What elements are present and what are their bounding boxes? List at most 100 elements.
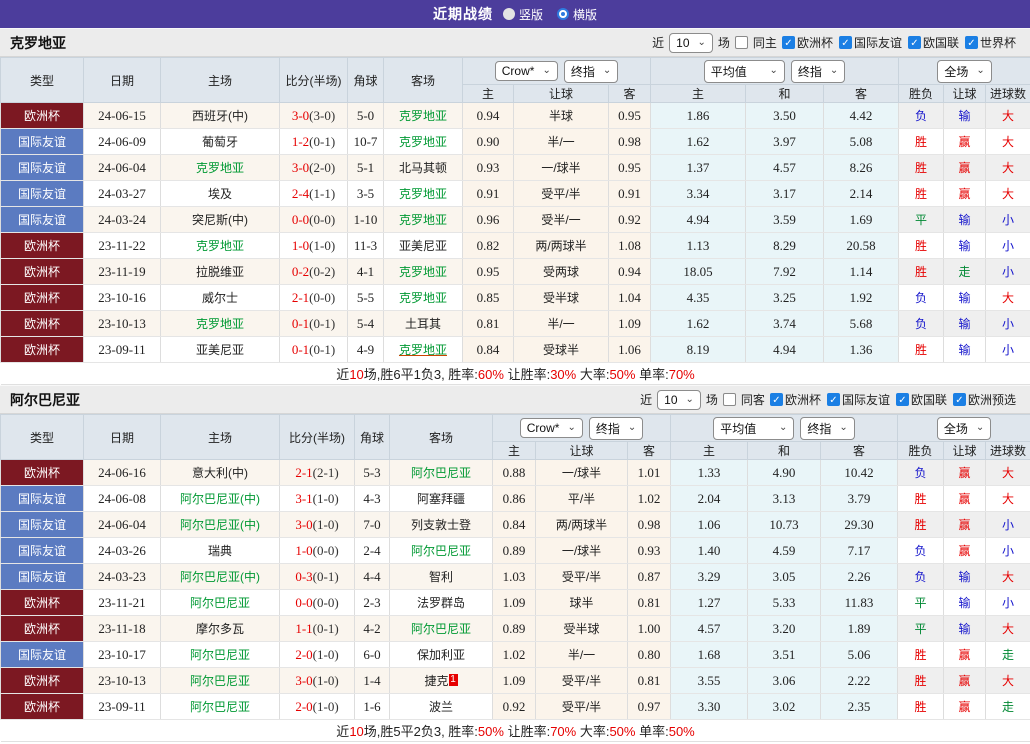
handicap-line: 平/半 [535, 485, 628, 512]
summary-text: 单率: [635, 724, 669, 739]
result-handicap: 赢 [943, 693, 987, 720]
chevron-down-icon: ⌄ [685, 393, 694, 405]
radio-icon[interactable] [502, 8, 515, 20]
home-team[interactable]: 突尼斯(中) [192, 213, 248, 227]
handicap-away-odds: 0.94 [607, 258, 652, 285]
avg-home-odds: 1.62 [650, 128, 747, 155]
half-time-score: (0-1) [312, 568, 339, 584]
recent-count-select[interactable]: 10 ⌄ [669, 32, 713, 53]
same-venue-checkbox[interactable] [722, 393, 736, 406]
league-checkbox[interactable]: ✓ [769, 393, 783, 406]
away-team[interactable]: 北马其顿 [399, 161, 447, 175]
away-team[interactable]: 克罗地亚 [399, 213, 447, 227]
handicap-line: 受球半 [513, 336, 609, 363]
avg-away-odds: 5.06 [820, 641, 899, 668]
period-select[interactable]: 全场 ⌄ [937, 59, 992, 83]
bookmaker-select[interactable]: Crow* ⌄ [519, 418, 583, 438]
away-team[interactable]: 土耳其 [405, 317, 441, 331]
home-team[interactable]: 埃及 [208, 187, 232, 201]
home-team[interactable]: 阿尔巴尼亚(中) [180, 518, 260, 532]
league-checkbox[interactable]: ✓ [964, 36, 978, 49]
score-cell: 0-3(0-1) [279, 563, 355, 590]
horizontal-layout-radio[interactable]: 横版 [557, 6, 597, 23]
average-select[interactable]: 平均值 ⌄ [703, 59, 785, 83]
home-team[interactable]: 阿尔巴尼亚(中) [180, 492, 260, 506]
full-time-score: 3-0 [291, 159, 310, 175]
handicap-group-header: Crow* ⌄ 终指 ⌄ [461, 57, 652, 85]
avg-away-odds: 5.08 [823, 128, 900, 155]
away-team[interactable]: 列支敦士登 [411, 518, 471, 532]
home-team[interactable]: 阿尔巴尼亚 [190, 700, 250, 714]
away-team[interactable]: 阿尔巴尼亚 [411, 466, 471, 480]
league-checkbox[interactable]: ✓ [895, 393, 909, 406]
handicap-line: 受平/半 [535, 563, 628, 590]
match-row: 欧洲杯 23-09-11 阿尔巴尼亚 2-0(1-0) 1-6 波兰 0.92 受平/半 0.9… [0, 693, 1030, 720]
average-stage-select[interactable]: 终指 ⌄ [790, 59, 846, 83]
away-team[interactable]: 阿塞拜疆 [417, 492, 465, 506]
away-team[interactable]: 法罗群岛 [417, 596, 465, 610]
col-header-home: 主场 [160, 414, 280, 460]
match-row: 欧洲杯 23-10-16 威尔士 2-1(0-0) 5-5 克罗地亚 0.85 受半球 1.04… [0, 284, 1030, 311]
away-team[interactable]: 克罗地亚 [399, 291, 447, 305]
home-team[interactable]: 意大利(中) [192, 466, 248, 480]
handicap-home-odds: 1.02 [492, 641, 536, 668]
result-goals: 大 [985, 154, 1030, 181]
handicap-line: 一/球半 [513, 154, 609, 181]
result-wdl: 平 [897, 589, 945, 616]
away-team[interactable]: 智利 [429, 570, 453, 584]
home-team[interactable]: 亚美尼亚 [196, 343, 244, 357]
away-team[interactable]: 阿尔巴尼亚 [411, 544, 471, 558]
handicap-stage-select[interactable]: 终指 ⌄ [563, 59, 619, 83]
recent-count-select[interactable]: 10 ⌄ [657, 389, 701, 410]
full-time-score: 0-0 [295, 594, 313, 610]
away-team[interactable]: 波兰 [429, 700, 453, 714]
league-checkbox[interactable]: ✓ [826, 393, 840, 406]
average-select[interactable]: 平均值 ⌄ [713, 416, 795, 440]
away-team[interactable]: 保加利亚 [417, 648, 465, 662]
away-team[interactable]: 克罗地亚 [399, 343, 447, 357]
home-team[interactable]: 威尔士 [202, 291, 238, 305]
away-team[interactable]: 克罗地亚 [399, 109, 447, 123]
match-row: 国际友谊 23-10-17 阿尔巴尼亚 2-0(1-0) 6-0 保加利亚 1.02 半/一 0… [0, 641, 1030, 668]
league-checkbox[interactable]: ✓ [781, 36, 795, 49]
away-team[interactable]: 阿尔巴尼亚 [411, 622, 471, 636]
period-select[interactable]: 全场 ⌄ [936, 416, 992, 440]
home-team[interactable]: 克罗地亚 [196, 239, 244, 253]
home-team[interactable]: 摩尔多瓦 [196, 622, 244, 636]
home-team[interactable]: 阿尔巴尼亚 [190, 596, 250, 610]
away-team[interactable]: 克罗地亚 [399, 135, 447, 149]
home-team[interactable]: 阿尔巴尼亚 [190, 648, 250, 662]
vertical-layout-radio[interactable]: 竖版 [502, 6, 543, 23]
away-team[interactable]: 亚美尼亚 [399, 239, 447, 253]
half-time-score: (0-0) [309, 289, 336, 305]
home-team[interactable]: 葡萄牙 [202, 135, 238, 149]
home-team[interactable]: 西班牙(中) [192, 109, 248, 123]
league-checkbox[interactable]: ✓ [838, 36, 852, 49]
away-team-cell: 捷克 1 [389, 667, 493, 694]
handicap-away-odds: 1.01 [626, 459, 672, 486]
league-checkbox[interactable]: ✓ [952, 393, 966, 406]
home-team[interactable]: 阿尔巴尼亚 [190, 674, 250, 688]
competition-type: 国际友谊 [0, 537, 84, 564]
same-venue-checkbox[interactable] [734, 36, 748, 49]
home-team[interactable]: 阿尔巴尼亚(中) [180, 570, 260, 584]
away-team[interactable]: 克罗地亚 [399, 187, 447, 201]
home-team[interactable]: 拉脱维亚 [196, 265, 244, 279]
average-stage-select[interactable]: 终指 ⌄ [800, 416, 855, 440]
corner-score: 2-4 [354, 537, 390, 564]
league-checkbox[interactable]: ✓ [907, 36, 921, 49]
home-team[interactable]: 瑞典 [208, 544, 232, 558]
bookmaker-select[interactable]: Crow* ⌄ [494, 61, 558, 81]
half-time-score: (1-1) [309, 185, 336, 201]
home-team[interactable]: 克罗地亚 [196, 317, 244, 331]
radio-icon[interactable] [557, 8, 569, 20]
away-team[interactable]: 捷克 [424, 674, 448, 688]
handicap-stage-select[interactable]: 终指 ⌄ [588, 416, 644, 440]
result-handicap: 输 [943, 615, 987, 642]
competition-type: 欧洲杯 [0, 310, 84, 337]
home-team[interactable]: 克罗地亚 [196, 161, 244, 175]
home-team-cell: 阿尔巴尼亚(中) [160, 485, 280, 512]
away-team[interactable]: 克罗地亚 [399, 265, 447, 279]
match-date: 24-03-24 [83, 206, 161, 233]
vertical-layout-label: 竖版 [518, 7, 543, 22]
